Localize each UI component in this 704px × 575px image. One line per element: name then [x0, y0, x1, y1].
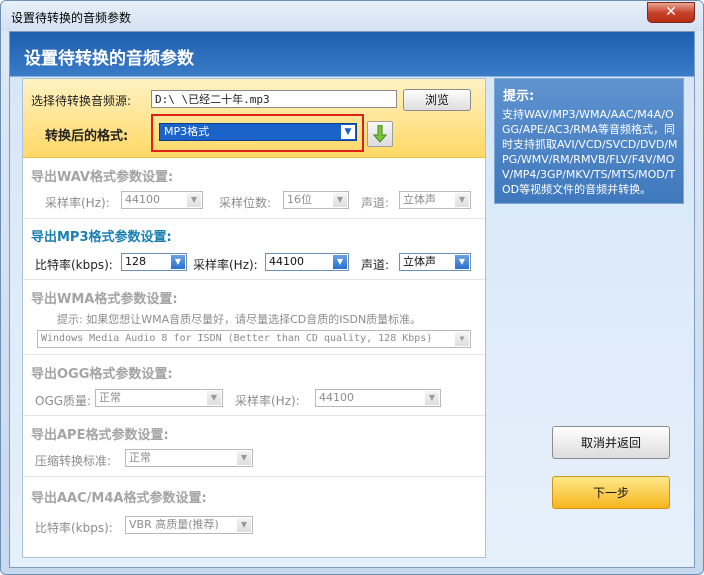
ape-compress-select[interactable]: 正常 ▼ — [125, 449, 253, 467]
aac-bitrate-label: 比特率(kbps): — [35, 521, 113, 535]
aac-bitrate-select[interactable]: VBR 高质量(推荐) ▼ — [125, 516, 253, 534]
chevron-down-icon: ▼ — [333, 193, 347, 207]
hint-panel: 提示: 支持WAV/MP3/WMA/AAC/M4A/OGG/APE/AC3/RM… — [494, 78, 684, 204]
mp3-channel-value: 立体声 — [403, 255, 436, 268]
ogg-quality-select[interactable]: 正常 ▼ — [95, 389, 223, 407]
wma-quality-select[interactable]: Windows Media Audio 8 for ISDN (Better t… — [37, 330, 471, 348]
download-arrow-icon — [373, 125, 387, 143]
ogg-section-title: 导出OGG格式参数设置: — [31, 367, 173, 382]
download-arrow-button[interactable] — [367, 121, 393, 147]
close-icon: ✕ — [665, 4, 677, 20]
wma-quality-value: Windows Media Audio 8 for ISDN (Better t… — [41, 333, 433, 344]
chevron-down-icon: ▼ — [333, 255, 347, 269]
next-step-button[interactable]: 下一步 — [552, 476, 670, 509]
chevron-down-icon: ▼ — [207, 391, 221, 405]
format-select-value: MP3格式 — [164, 125, 210, 138]
format-select[interactable]: MP3格式 ▼ — [159, 123, 357, 141]
settings-panel: 选择待转换音频源: D:\ \已经二十年.mp3 浏览 转换后的格式: MP3格… — [22, 78, 486, 558]
mp3-bitrate-label: 比特率(kbps): — [35, 258, 113, 272]
ape-compress-value: 正常 — [129, 451, 151, 464]
format-label: 转换后的格式: — [45, 129, 129, 144]
chevron-down-icon: ▼ — [425, 391, 439, 405]
wav-bit-depth-select[interactable]: 16位 ▼ — [283, 191, 349, 209]
mp3-sample-rate-label: 采样率(Hz): — [193, 258, 258, 272]
wma-hint: 提示: 如果您想让WMA音质尽量好，请尽量选择CD音质的ISDN质量标准。 — [57, 313, 422, 326]
window-title: 设置待转换的音频参数 — [11, 11, 132, 25]
wma-section-title: 导出WMA格式参数设置: — [31, 292, 178, 307]
wav-bit-depth-label: 采样位数: — [219, 196, 272, 210]
dialog-client: 设置待转换的音频参数 选择待转换音频源: D:\ \已经二十年.mp3 浏览 转… — [9, 31, 695, 568]
hint-title: 提示: — [503, 89, 535, 104]
ogg-sample-rate-select[interactable]: 44100 ▼ — [315, 389, 441, 407]
cancel-return-button[interactable]: 取消并返回 — [552, 426, 670, 459]
wav-bit-depth-value: 16位 — [287, 193, 312, 206]
wav-sample-rate-value: 44100 — [125, 193, 160, 206]
source-file-input[interactable]: D:\ \已经二十年.mp3 — [151, 90, 397, 108]
mp3-section-title: 导出MP3格式参数设置: — [31, 230, 172, 245]
chevron-down-icon: ▼ — [455, 332, 469, 346]
chevron-down-icon: ▼ — [187, 193, 201, 207]
wav-sample-rate-select[interactable]: 44100 ▼ — [121, 191, 203, 209]
aac-section: 导出AAC/M4A格式参数设置: 比特率(kbps): VBR 高质量(推荐) … — [23, 477, 485, 556]
wav-sample-rate-label: 采样率(Hz): — [45, 196, 110, 210]
source-format-box: 选择待转换音频源: D:\ \已经二十年.mp3 浏览 转换后的格式: MP3格… — [23, 79, 485, 158]
mp3-bitrate-select[interactable]: 128 ▼ — [121, 253, 187, 271]
dialog-window: 设置待转换的音频参数 ✕ 设置待转换的音频参数 选择待转换音频源: D:\ \已… — [0, 0, 704, 575]
ape-compress-label: 压缩转换标准: — [35, 454, 112, 468]
page-title: 设置待转换的音频参数 — [24, 49, 194, 69]
ogg-quality-label: OGG质量: — [35, 394, 92, 408]
ogg-section: 导出OGG格式参数设置: OGG质量: 正常 ▼ 采样率(Hz): 44100 … — [23, 355, 485, 416]
chevron-down-icon: ▼ — [171, 255, 185, 269]
ogg-sample-rate-label: 采样率(Hz): — [235, 394, 300, 408]
mp3-channel-label: 声道: — [361, 258, 390, 272]
mp3-bitrate-value: 128 — [125, 255, 146, 268]
wav-channel-value: 立体声 — [403, 193, 436, 206]
wav-section-title: 导出WAV格式参数设置: — [31, 170, 174, 185]
browse-button[interactable]: 浏览 — [403, 89, 471, 111]
mp3-sample-rate-value: 44100 — [269, 255, 304, 268]
title-bar: 设置待转换的音频参数 ✕ — [1, 1, 703, 31]
hint-text: 支持WAV/MP3/WMA/AAC/M4A/OGG/APE/AC3/RMA等音频… — [502, 108, 678, 196]
ogg-sample-rate-value: 44100 — [319, 391, 354, 404]
aac-bitrate-value: VBR 高质量(推荐) — [129, 518, 219, 531]
chevron-down-icon: ▼ — [455, 255, 469, 269]
mp3-sample-rate-select[interactable]: 44100 ▼ — [265, 253, 349, 271]
mp3-channel-select[interactable]: 立体声 ▼ — [399, 253, 471, 271]
wma-section: 导出WMA格式参数设置: 提示: 如果您想让WMA音质尽量好，请尽量选择CD音质… — [23, 280, 485, 355]
mp3-section: 导出MP3格式参数设置: 比特率(kbps): 128 ▼ 采样率(Hz): 4… — [23, 219, 485, 280]
ape-section: 导出APE格式参数设置: 压缩转换标准: 正常 ▼ — [23, 416, 485, 477]
ape-section-title: 导出APE格式参数设置: — [31, 428, 169, 443]
source-label: 选择待转换音频源: — [31, 94, 132, 108]
ogg-quality-value: 正常 — [99, 391, 121, 404]
chevron-down-icon: ▼ — [237, 518, 251, 532]
wav-channel-label: 声道: — [361, 196, 390, 210]
wav-channel-select[interactable]: 立体声 ▼ — [399, 191, 471, 209]
chevron-down-icon: ▼ — [455, 193, 469, 207]
chevron-down-icon: ▼ — [341, 125, 355, 139]
close-button[interactable]: ✕ — [647, 2, 695, 23]
chevron-down-icon: ▼ — [237, 451, 251, 465]
aac-section-title: 导出AAC/M4A格式参数设置: — [31, 491, 207, 506]
wav-section: 导出WAV格式参数设置: 采样率(Hz): 44100 ▼ 采样位数: 16位 … — [23, 158, 485, 219]
